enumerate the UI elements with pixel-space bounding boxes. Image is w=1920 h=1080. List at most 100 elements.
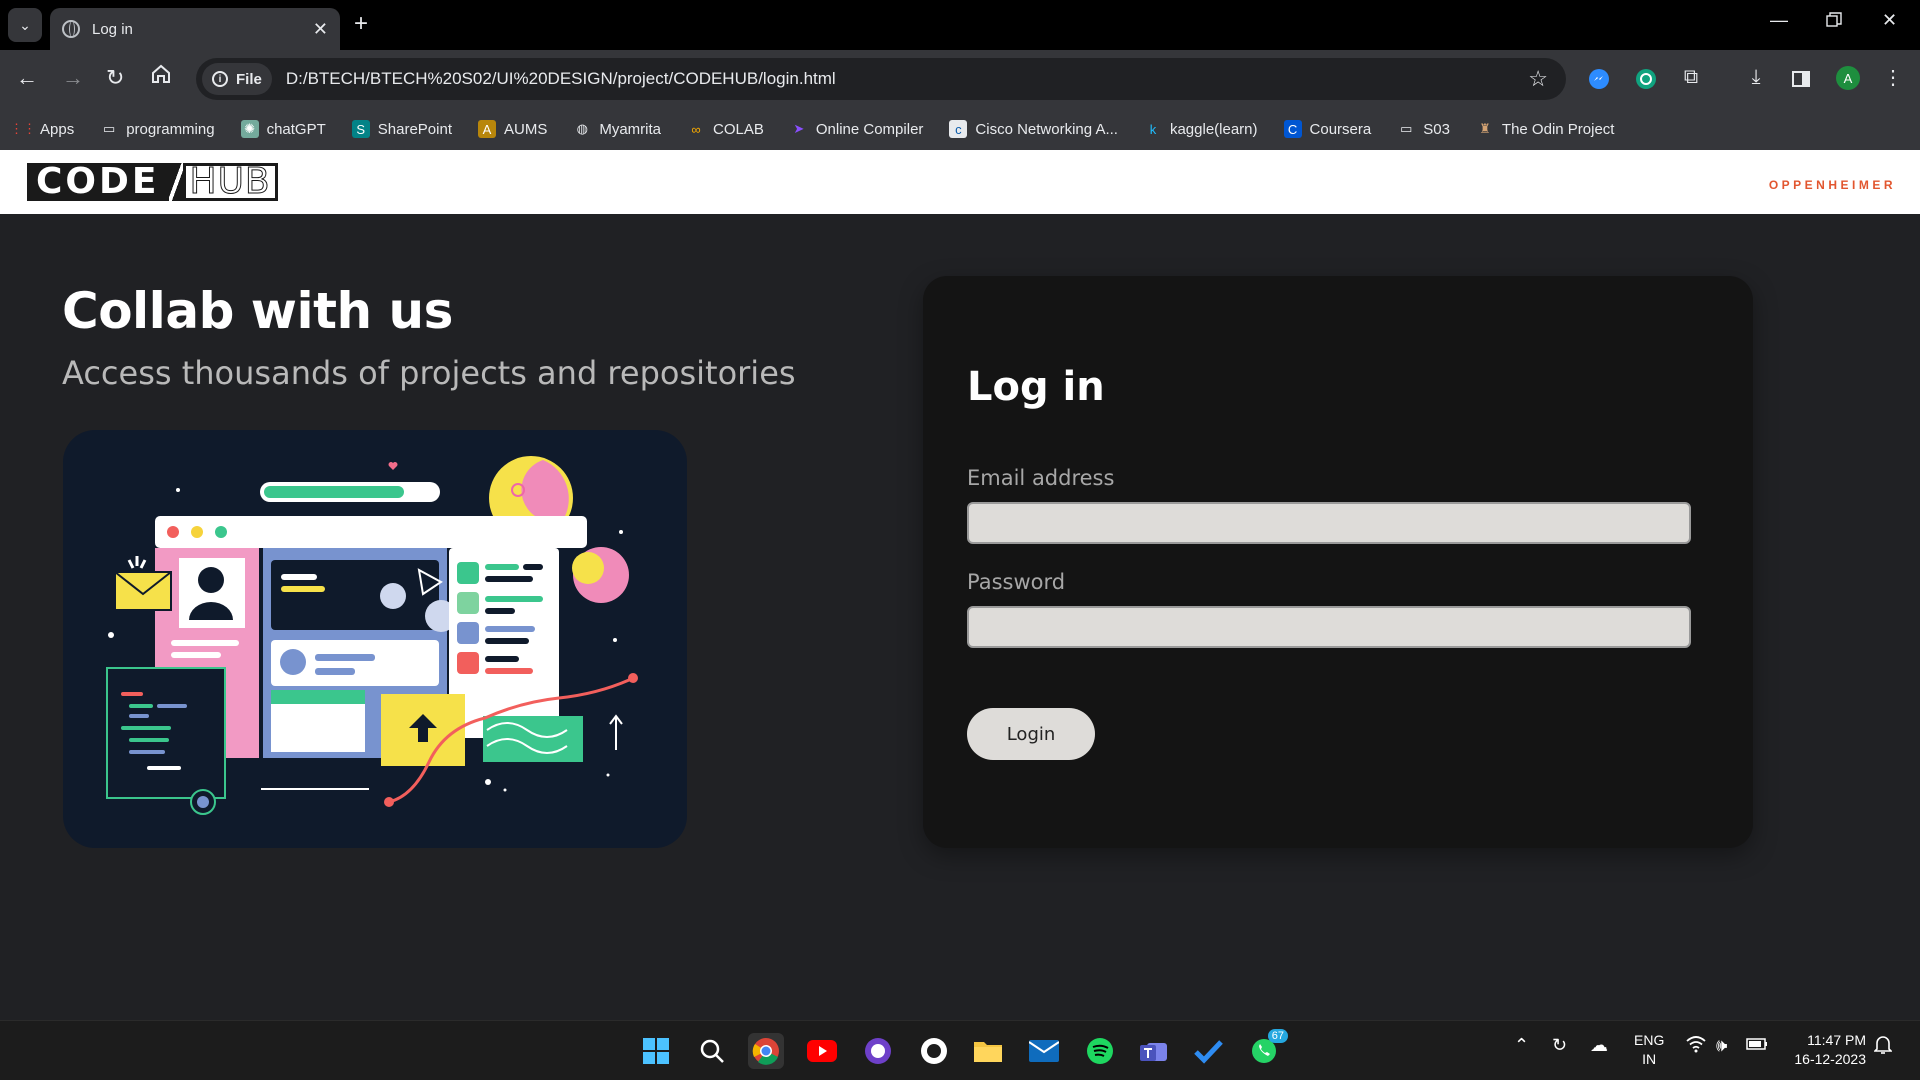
login-title: Log in	[967, 364, 1105, 410]
home-icon[interactable]	[150, 63, 172, 91]
hero-subtitle: Access thousands of projects and reposit…	[62, 354, 796, 392]
coursera-icon: C	[1283, 120, 1302, 138]
kaggle-icon: k	[1149, 121, 1157, 137]
globe-icon	[62, 20, 80, 38]
minimize-icon[interactable]: —	[1770, 10, 1788, 31]
codehub-logo[interactable]: CODE HUB	[27, 163, 278, 201]
lang-secondary: IN	[1642, 1051, 1657, 1067]
bookmark-aums[interactable]: A AUMS	[477, 120, 548, 138]
profile-avatar[interactable]: A	[1836, 66, 1860, 90]
reload-icon[interactable]: ↻	[106, 65, 124, 91]
site-info-chip[interactable]: i File	[202, 63, 272, 95]
onedrive-icon[interactable]: ☁	[1590, 1035, 1608, 1056]
sync-icon[interactable]: ↻	[1552, 1035, 1567, 1056]
tab-login[interactable]: Log in ✕	[50, 8, 340, 50]
language-indicator[interactable]: ENG IN	[1634, 1031, 1664, 1069]
bookmark-apps[interactable]: ⋮⋮ Apps	[10, 120, 74, 138]
github-desktop-icon[interactable]	[860, 1033, 896, 1069]
file-chip-label: File	[236, 70, 262, 88]
clock-time: 11:47 PM	[1807, 1032, 1866, 1048]
chevron-down-icon: ⌄	[19, 16, 31, 33]
odin-icon: ♜	[1479, 121, 1491, 136]
notification-bell-icon[interactable]	[1873, 1035, 1893, 1060]
bookmark-star-icon[interactable]: ☆	[1528, 66, 1548, 92]
bookmark-sharepoint[interactable]: S SharePoint	[351, 120, 452, 138]
volume-icon[interactable]: 🕪	[1716, 1035, 1727, 1056]
bookmark-label: Coursera	[1309, 120, 1372, 138]
close-icon[interactable]: ✕	[313, 19, 328, 40]
tab-search-button[interactable]: ⌄	[8, 8, 42, 42]
chevron-up-icon[interactable]: ⌃	[1514, 1035, 1529, 1056]
tab-strip: ⌄ Log in ✕ + — ✕	[0, 0, 1920, 50]
apps-grid-icon: ⋮⋮	[10, 121, 36, 136]
extensions-puzzle-icon[interactable]: ⧉	[1678, 64, 1704, 90]
globe-icon: ◍	[576, 121, 588, 136]
battery-icon[interactable]	[1746, 1035, 1768, 1056]
search-icon[interactable]	[694, 1033, 730, 1069]
bookmark-programming[interactable]: ▭ programming	[100, 120, 215, 138]
bookmark-label: Online Compiler	[815, 120, 924, 138]
bookmark-chatgpt[interactable]: ✺ chatGPT	[240, 120, 326, 138]
aums-icon: A	[477, 120, 496, 138]
youtube-icon[interactable]	[804, 1033, 840, 1069]
brand-oppenheimer: OPPENHEIMER	[1768, 178, 1896, 192]
lang-primary: ENG	[1634, 1032, 1665, 1048]
bookmarks-bar: ⋮⋮ Apps ▭ programming ✺ chatGPT S SharePoint A AU…	[0, 108, 1920, 150]
site-header: CODE HUB OPPENHEIMER	[0, 150, 1920, 214]
back-icon[interactable]: ←	[16, 65, 38, 91]
file-explorer-icon[interactable]	[970, 1033, 1006, 1069]
browser-toolbar: ← → ↻ i File D:/BTECH/BTECH%20S02/UI%20D…	[0, 50, 1920, 108]
bookmark-label: S03	[1423, 120, 1450, 138]
windows-taskbar: 67 ⌃ ↻ ☁ ENG IN 🕪 11:47 PM 16-12-2023	[0, 1020, 1920, 1080]
bookmark-label: Myamrita	[599, 120, 661, 138]
bookmark-colab[interactable]: ∞ COLAB	[687, 120, 764, 138]
logo-hub: HUB	[182, 163, 278, 201]
wifi-icon[interactable]	[1686, 1035, 1706, 1058]
folder-icon: ▭	[103, 121, 116, 136]
system-clock[interactable]: 11:47 PM 16-12-2023	[1794, 1031, 1866, 1069]
bookmark-label: AUMS	[503, 120, 548, 138]
url-text[interactable]: D:/BTECH/BTECH%20S02/UI%20DESIGN/project…	[286, 69, 836, 89]
download-icon[interactable]: ⤓	[1743, 64, 1769, 90]
new-tab-button[interactable]: +	[354, 12, 368, 36]
colab-icon: ∞	[691, 121, 701, 137]
todo-icon[interactable]	[1190, 1033, 1226, 1069]
github-icon[interactable]	[916, 1033, 952, 1069]
logo-code: CODE	[27, 163, 169, 201]
password-label: Password	[967, 570, 1066, 594]
mail-icon[interactable]	[1026, 1033, 1062, 1069]
bookmark-kaggle-learn[interactable]: k kaggle(learn)	[1144, 120, 1258, 138]
collaboration-illustration	[63, 430, 687, 848]
restore-icon[interactable]	[1826, 12, 1842, 33]
page-content: CODE HUB OPPENHEIMER Collab with us Acce…	[0, 150, 1920, 1020]
bookmark-coursera[interactable]: C Coursera	[1283, 120, 1372, 138]
info-icon: i	[212, 71, 228, 87]
spotify-icon[interactable]	[1082, 1033, 1118, 1069]
bookmark-online-compiler[interactable]: ➤ Online Compiler	[790, 120, 924, 138]
browser-menu-icon[interactable]: ⋮	[1880, 64, 1906, 90]
window-close-icon[interactable]: ✕	[1882, 10, 1897, 31]
email-field[interactable]	[967, 502, 1691, 544]
address-bar[interactable]: i File D:/BTECH/BTECH%20S02/UI%20DESIGN/…	[196, 58, 1566, 100]
bookmark-label: kaggle(learn)	[1169, 120, 1258, 138]
side-panel-icon[interactable]	[1788, 66, 1814, 92]
messenger-extension-icon[interactable]	[1586, 66, 1612, 92]
compiler-icon: ➤	[793, 121, 805, 136]
bookmark-myamrita[interactable]: ◍ Myamrita	[573, 120, 661, 138]
password-field[interactable]	[967, 606, 1691, 648]
tab-title: Log in	[92, 20, 133, 38]
bookmark-the-odin-project[interactable]: ♜ The Odin Project	[1476, 120, 1615, 138]
whatsapp-icon[interactable]: 67	[1246, 1029, 1288, 1069]
bookmark-cisco-networking-a[interactable]: c Cisco Networking A...	[949, 120, 1118, 138]
bookmark-label: The Odin Project	[1501, 120, 1615, 138]
sharepoint-icon: S	[351, 120, 370, 138]
chrome-taskbar-icon[interactable]	[748, 1033, 784, 1069]
login-button[interactable]: Login	[967, 708, 1095, 760]
chatgpt-extension-icon[interactable]	[1633, 66, 1659, 92]
teams-icon[interactable]	[1136, 1033, 1172, 1069]
bookmark-label: programming	[126, 120, 215, 138]
forward-icon[interactable]: →	[62, 65, 84, 91]
windows-start-icon[interactable]	[638, 1033, 674, 1069]
hero-title: Collab with us	[62, 282, 453, 340]
bookmark-s03[interactable]: ▭ S03	[1397, 120, 1450, 138]
